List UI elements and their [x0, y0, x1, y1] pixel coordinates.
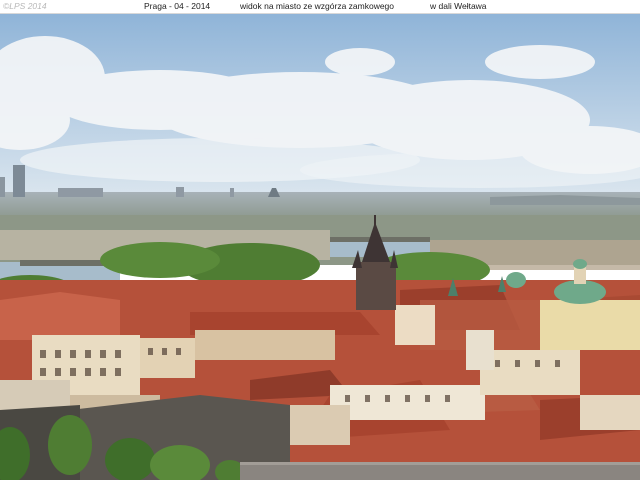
caption-title: Praga - 04 - 2014 [144, 1, 211, 11]
caption-bar: ©LPS 2014 Praga - 04 - 2014 widok na mia… [0, 0, 640, 14]
caption-view-description: widok na miasto ze wzgórza zamkowego [240, 1, 395, 11]
city-panorama-photo [0, 13, 640, 480]
caption-river-note: w dali Wełtawa [430, 1, 487, 11]
watermark-text: ©LPS 2014 [3, 1, 47, 11]
